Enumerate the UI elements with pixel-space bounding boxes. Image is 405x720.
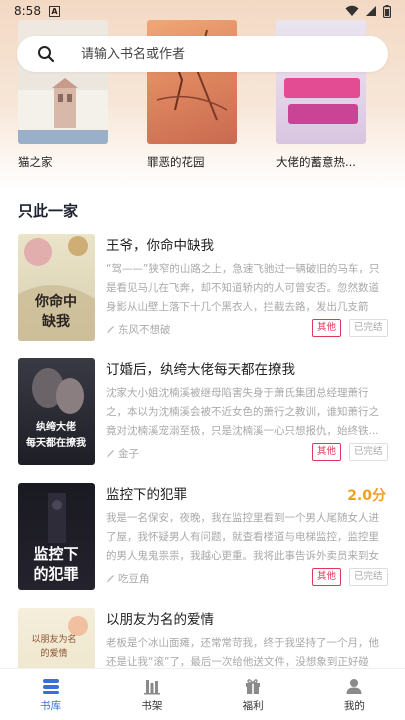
book-author-name: 吃豆角 — [118, 573, 150, 585]
svg-text:监控下: 监控下 — [33, 545, 78, 563]
signal-icon — [366, 6, 376, 16]
battery-icon — [383, 4, 391, 18]
pen-icon — [107, 574, 114, 583]
nav-tab-library[interactable]: 书库 — [0, 669, 101, 720]
book-author: 金子 — [106, 446, 139, 461]
nav-label: 福利 — [242, 699, 264, 712]
nav-tab-bookshelf[interactable]: 书架 — [101, 669, 202, 720]
section-title: 只此一家 — [18, 202, 79, 220]
svg-text:每天都在撩我: 每天都在撩我 — [26, 436, 86, 449]
book-cover: 监控下 的犯罪 — [18, 483, 95, 590]
featured-book-title: 猫之家 — [18, 155, 53, 169]
book-rating: 2.0分 — [347, 488, 386, 504]
status-time: 8:58 — [14, 4, 41, 18]
pen-icon — [107, 325, 114, 334]
book-author-name: 东风不想破 — [118, 324, 171, 336]
book-item[interactable]: 纨绔大佬 每天都在撩我 订婚后，纨绔大佬每天都在撩我 沈家大小姐沈楠溪被继母陷害… — [18, 358, 388, 466]
book-title: 以朋友为名的爱情 — [106, 612, 214, 628]
featured-book-title: 大佬的蓄意热... — [276, 155, 356, 169]
library-icon — [42, 678, 59, 694]
category-tag: 其他 — [312, 443, 342, 461]
book-description: 沈家大小姐沈楠溪被继母陷害失身于萧氏集团总经理萧行之，本以为沈楠溪会被不近女色的… — [106, 387, 379, 437]
bookshelf-icon — [143, 679, 160, 694]
wifi-icon — [345, 5, 359, 16]
book-title: 订婚后，纨绔大佬每天都在撩我 — [106, 362, 295, 378]
pen-icon — [107, 449, 114, 458]
book-item[interactable]: 监控下 的犯罪 监控下的犯罪 2.0分 我是一名保安，夜晚，我在监控里看到一个男… — [18, 483, 388, 591]
book-cover: 你命中 缺我 — [18, 234, 95, 341]
status-bar: 8:58 A — [0, 0, 405, 22]
search-input[interactable] — [81, 46, 331, 62]
gift-icon — [246, 678, 261, 694]
status-tag: 已完结 — [349, 443, 388, 461]
nav-tab-profile[interactable]: 我的 — [304, 669, 405, 720]
category-tag: 其他 — [312, 319, 342, 337]
book-title: 王爷，你命中缺我 — [106, 238, 214, 254]
featured-book-title: 罪恶的花园 — [147, 155, 205, 169]
svg-text:缺我: 缺我 — [42, 313, 70, 330]
svg-text:以朋友为名: 以朋友为名 — [31, 633, 76, 645]
status-tag: 已完结 — [349, 319, 388, 337]
svg-text:你命中: 你命中 — [34, 293, 77, 310]
book-title: 监控下的犯罪 — [106, 487, 187, 503]
svg-text:的爱情: 的爱情 — [40, 647, 67, 659]
category-tag: 其他 — [312, 568, 342, 586]
search-bar[interactable] — [17, 36, 388, 72]
book-item[interactable]: 你命中 缺我 王爷，你命中缺我 “驾——”狭窄的山路之上，急速飞驰过一辆破旧的马… — [18, 234, 388, 342]
book-description: 我是一名保安，夜晚，我在监控里看到一个男人尾随女人进了屋，我怀疑男人有问题，就查… — [106, 512, 379, 562]
nav-label: 书库 — [40, 699, 62, 712]
status-tag: 已完结 — [349, 568, 388, 586]
search-icon[interactable] — [37, 45, 55, 63]
book-description: “驾——”狭窄的山路之上，急速飞驰过一辆破旧的马车，只是看见马儿在飞奔，却不知道… — [106, 263, 380, 313]
profile-icon — [346, 678, 362, 694]
book-cover: 纨绔大佬 每天都在撩我 — [18, 358, 95, 465]
svg-text:的犯罪: 的犯罪 — [33, 565, 78, 583]
nav-label: 我的 — [343, 699, 365, 712]
bottom-navigation: 书库 书架 福利 我的 — [0, 668, 405, 720]
book-author-name: 金子 — [118, 448, 139, 460]
svg-text:纨绔大佬: 纨绔大佬 — [36, 420, 76, 433]
book-author: 吃豆角 — [106, 571, 150, 586]
nav-label: 书架 — [141, 699, 163, 712]
nav-tab-welfare[interactable]: 福利 — [203, 669, 304, 720]
book-author: 东风不想破 — [106, 322, 171, 337]
notification-a-icon: A — [48, 5, 60, 17]
